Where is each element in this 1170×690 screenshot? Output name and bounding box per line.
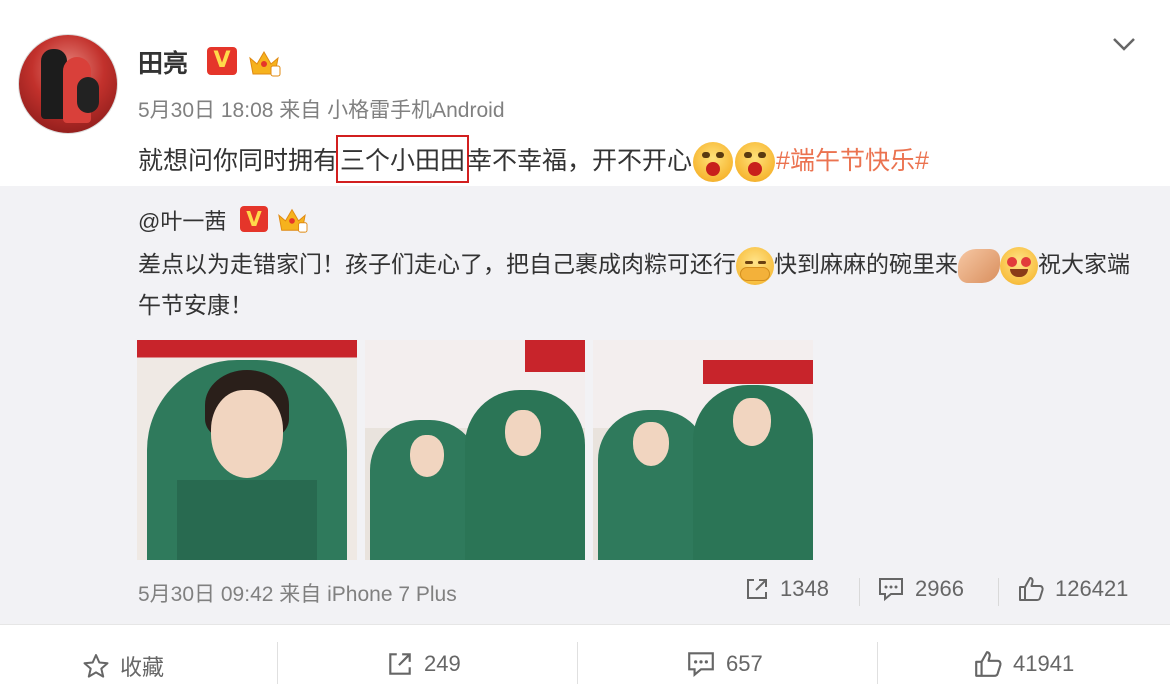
topic-link[interactable]: #端午节快乐#	[776, 147, 929, 175]
shocked-face-icon	[735, 142, 776, 183]
heart-eyes-icon	[1000, 246, 1038, 285]
star-icon	[83, 654, 109, 678]
share-count: 1348	[780, 576, 829, 601]
weibo-post: 田亮 V 5月30日 18:08 来自 小格雷手机Android 就想问你同时拥…	[0, 0, 1170, 690]
from-label: 来自	[279, 99, 322, 122]
repost-photo-3[interactable]	[593, 340, 813, 560]
comment-button[interactable]: 657	[686, 650, 763, 678]
share-count: 249	[424, 651, 461, 676]
share-icon	[389, 653, 411, 675]
repost-text-part1: 差点以为走错家门！孩子们走心了，把自己裹成肉粽可还行	[138, 251, 736, 277]
chevron-down-icon[interactable]	[1110, 30, 1138, 58]
share-icon	[747, 579, 767, 599]
thumbs-up-icon	[1019, 577, 1044, 601]
verified-icon: V	[207, 47, 237, 75]
favorite-label: 收藏	[120, 655, 165, 680]
post-text-after: 幸不幸福，开不开心	[467, 147, 693, 175]
comment-count: 2966	[915, 576, 964, 601]
repost-comment-count[interactable]: 2966	[877, 576, 964, 602]
verified-icon: V	[240, 206, 268, 232]
comment-count: 657	[726, 651, 763, 676]
like-button[interactable]: 41941	[973, 650, 1074, 678]
from-label: 来自	[279, 583, 322, 606]
post-time[interactable]: 5月30日 18:08	[138, 99, 273, 122]
ok-hand-icon	[958, 248, 1000, 283]
repost-text: 差点以为走错家门！孩子们走心了，把自己裹成肉粽可还行 快到麻麻的碗里来 祝大家端午节…	[138, 244, 1138, 325]
highlight-box-text: 三个小田田	[336, 135, 470, 183]
comment-icon	[688, 652, 714, 678]
username[interactable]: 田亮	[138, 44, 188, 80]
repost-meta: 5月30日 09:42 来自 iPhone 7 Plus	[138, 578, 457, 608]
thumbs-up-icon	[975, 651, 1002, 677]
avatar[interactable]	[18, 34, 118, 134]
comment-icon	[879, 578, 903, 602]
post-source[interactable]: 小格雷手机Android	[327, 99, 504, 122]
repost-source[interactable]: iPhone 7 Plus	[327, 583, 457, 606]
repost-photo-2[interactable]	[365, 340, 585, 560]
repost-like-count[interactable]: 126421	[1017, 576, 1128, 602]
favorite-button[interactable]: 收藏	[82, 650, 164, 682]
vip-crown-icon[interactable]	[247, 46, 281, 78]
like-count: 126421	[1055, 576, 1129, 601]
repost-share-count[interactable]: 1348	[744, 576, 829, 602]
like-count: 41941	[1013, 651, 1075, 676]
repost-time[interactable]: 5月30日 09:42	[138, 583, 273, 606]
repost-text-part2: 快到麻麻的碗里来	[774, 251, 958, 277]
repost-photo-1[interactable]	[137, 340, 357, 560]
shocked-face-icon	[693, 142, 734, 183]
repost-username[interactable]: @叶一茜	[138, 204, 226, 236]
post-meta: 5月30日 18:08 来自 小格雷手机Android	[138, 94, 505, 124]
vip-crown-icon[interactable]	[276, 204, 308, 234]
share-button[interactable]: 249	[386, 650, 461, 678]
post-text: 就想问你同时拥有三个小田田幸不幸福，开不开心 #端午节快乐#	[138, 135, 929, 183]
post-text-before: 就想问你同时拥有	[138, 147, 339, 175]
cover-face-icon	[736, 246, 774, 285]
